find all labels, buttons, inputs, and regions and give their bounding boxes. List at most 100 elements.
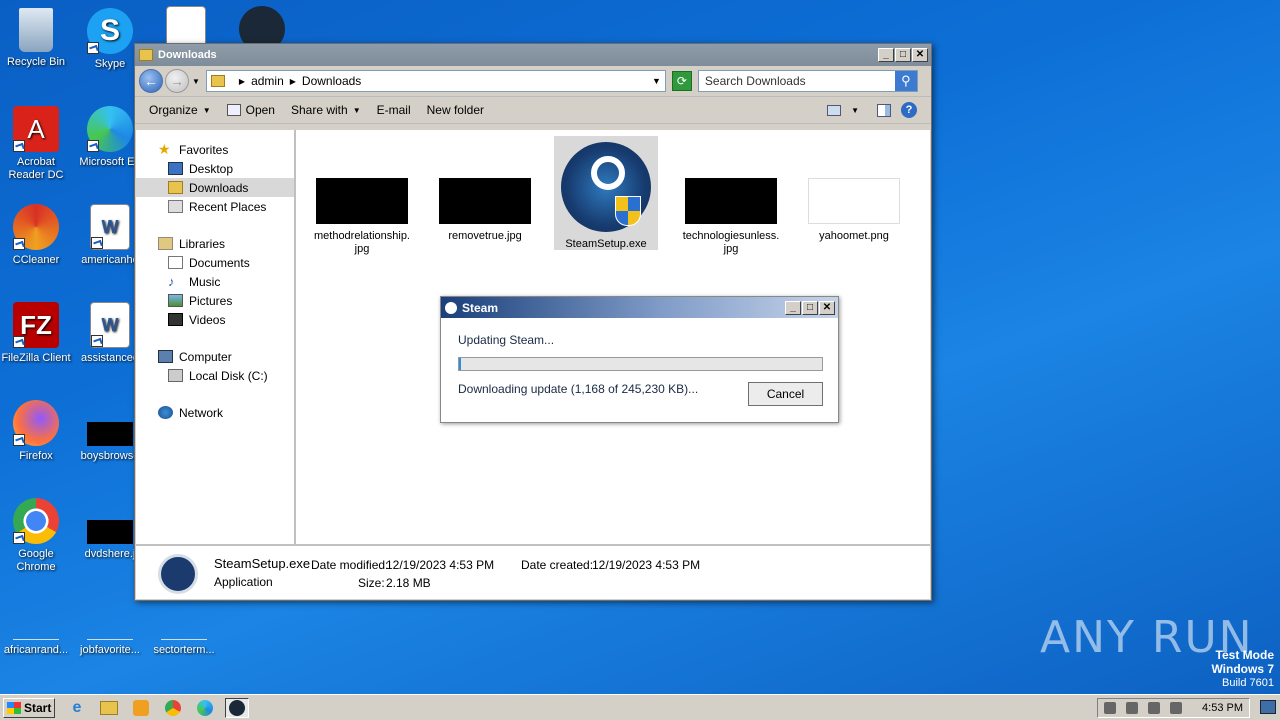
new-folder-label: New folder bbox=[426, 103, 484, 117]
nav-documents[interactable]: Documents bbox=[136, 253, 294, 272]
action-center-flag-icon[interactable] bbox=[1148, 701, 1161, 714]
cancel-button[interactable]: Cancel bbox=[748, 382, 823, 406]
nav-favorites[interactable]: ★ Favorites bbox=[136, 140, 294, 159]
nav-label: Local Disk (C:) bbox=[189, 368, 268, 383]
desktop-icon-recycle-bin[interactable]: Recycle Bin bbox=[0, 8, 72, 69]
new-folder-button[interactable]: New folder bbox=[427, 103, 484, 117]
chrome-icon bbox=[165, 699, 181, 716]
file-item-selected[interactable]: SteamSetup.exe bbox=[554, 136, 658, 250]
chevron-down-icon[interactable]: ▼ bbox=[652, 76, 661, 86]
breadcrumb-admin[interactable]: admin bbox=[251, 74, 284, 88]
search-input[interactable]: Search Downloads ⚲ bbox=[697, 70, 918, 92]
taskbar-ie[interactable]: e bbox=[65, 698, 89, 718]
preview-pane-icon[interactable] bbox=[877, 103, 891, 117]
image-thumbnail-icon bbox=[87, 596, 133, 640]
help-icon[interactable]: ? bbox=[901, 102, 917, 118]
back-button[interactable]: ← bbox=[139, 69, 163, 93]
history-dropdown-icon[interactable]: ▼ bbox=[192, 77, 200, 86]
libraries-icon bbox=[158, 237, 173, 250]
folder-icon bbox=[100, 700, 118, 715]
nav-label: Favorites bbox=[179, 142, 229, 157]
chevron-down-icon[interactable]: ▼ bbox=[851, 106, 859, 115]
close-button[interactable]: ✕ bbox=[912, 48, 928, 62]
nav-downloads[interactable]: Downloads bbox=[136, 178, 294, 197]
email-label: E-mail bbox=[376, 103, 411, 117]
breadcrumb-downloads[interactable]: Downloads bbox=[302, 74, 361, 88]
maximize-button[interactable]: □ bbox=[895, 48, 911, 62]
nav-local-disk[interactable]: Local Disk (C:) bbox=[136, 366, 294, 385]
display-icon[interactable] bbox=[1170, 701, 1183, 714]
desktop-icon-sectorterm[interactable]: sectorterm... bbox=[148, 596, 220, 657]
file-item[interactable]: removetrue.jpg bbox=[433, 178, 537, 243]
address-field[interactable]: ▶ admin ▶ Downloads ▼ bbox=[205, 70, 666, 92]
open-button[interactable]: Open bbox=[226, 103, 275, 117]
file-name: removetrue.jpg bbox=[448, 230, 522, 242]
share-with-button[interactable]: Share with ▼ bbox=[291, 103, 361, 117]
folder-icon bbox=[139, 49, 153, 61]
chevron-down-icon: ▼ bbox=[352, 105, 361, 115]
desktop-icon-jobfavorite[interactable]: jobfavorite... bbox=[74, 596, 146, 657]
image-thumbnail bbox=[808, 178, 900, 224]
show-desktop-icon[interactable] bbox=[1260, 700, 1276, 714]
start-button[interactable]: Start bbox=[3, 697, 55, 718]
steam-icon bbox=[229, 699, 245, 716]
desktop-icon-chrome[interactable]: Google Chrome bbox=[0, 498, 72, 574]
taskbar: Start e 4:53 PM bbox=[0, 694, 1280, 720]
network-icon[interactable] bbox=[1126, 701, 1139, 714]
dialog-titlebar[interactable]: Steam _ □ ✕ bbox=[441, 297, 838, 318]
open-label: Open bbox=[245, 103, 275, 117]
taskbar-explorer[interactable] bbox=[97, 698, 121, 718]
minimize-button[interactable]: _ bbox=[785, 300, 801, 315]
file-item[interactable]: methodrelationship. jpg bbox=[310, 178, 414, 256]
desktop-icon-africanrand[interactable]: africanrand... bbox=[0, 596, 72, 657]
windows-version-line: Windows 7 bbox=[1211, 662, 1274, 676]
taskbar-edge[interactable] bbox=[193, 698, 217, 718]
desktop-icon-ccleaner[interactable]: CCleaner bbox=[0, 204, 72, 267]
chevron-right-icon[interactable]: ▶ bbox=[290, 77, 296, 86]
desktop-icon-acrobat[interactable]: A Acrobat Reader DC bbox=[0, 106, 72, 182]
forward-button[interactable]: → bbox=[165, 69, 189, 93]
nav-videos[interactable]: Videos bbox=[136, 310, 294, 329]
pictures-icon bbox=[168, 294, 183, 307]
desktop-icon-label: africanrand... bbox=[3, 644, 69, 656]
nav-recent-places[interactable]: Recent Places bbox=[136, 197, 294, 216]
minimize-button[interactable]: _ bbox=[878, 48, 894, 62]
taskbar-media-player[interactable] bbox=[129, 698, 153, 718]
file-name: SteamSetup.exe bbox=[565, 238, 647, 250]
steam-update-dialog[interactable]: Steam _ □ ✕ Updating Steam... Downloadin… bbox=[440, 296, 839, 423]
explorer-titlebar[interactable]: Downloads _ □ ✕ bbox=[135, 44, 931, 66]
chrome-icon bbox=[13, 498, 59, 544]
search-icon[interactable]: ⚲ bbox=[894, 71, 917, 91]
detail-created-value: 12/19/2023 4:53 PM bbox=[592, 558, 701, 572]
nav-label: Downloads bbox=[189, 180, 249, 195]
taskbar-steam[interactable] bbox=[225, 697, 249, 718]
desktop-icon-filezilla[interactable]: FZ FileZilla Client bbox=[0, 302, 72, 365]
word-document-icon: W bbox=[90, 204, 130, 250]
file-item[interactable]: yahoomet.png bbox=[802, 178, 906, 243]
refresh-button[interactable]: ⟳ bbox=[671, 71, 692, 91]
downloads-folder-icon bbox=[168, 181, 183, 194]
speaker-icon[interactable] bbox=[1104, 701, 1117, 714]
detail-file-type: Application bbox=[214, 575, 273, 589]
close-button[interactable]: ✕ bbox=[819, 300, 835, 315]
maximize-button[interactable]: □ bbox=[802, 300, 818, 315]
open-icon bbox=[226, 104, 241, 116]
clock[interactable]: 4:53 PM bbox=[1202, 702, 1243, 714]
desktop-icon-firefox[interactable]: Firefox bbox=[0, 400, 72, 463]
view-options-icon[interactable] bbox=[827, 104, 842, 116]
detail-file-name: SteamSetup.exe bbox=[214, 556, 311, 571]
taskbar-chrome[interactable] bbox=[161, 698, 185, 718]
file-item[interactable]: technologiesunless. jpg bbox=[679, 178, 783, 256]
chevron-right-icon[interactable]: ▶ bbox=[239, 77, 245, 86]
nav-network[interactable]: Network bbox=[136, 403, 294, 422]
nav-label: Music bbox=[189, 274, 221, 289]
drive-icon bbox=[168, 369, 183, 382]
nav-desktop[interactable]: Desktop bbox=[136, 159, 294, 178]
nav-computer[interactable]: Computer bbox=[136, 347, 294, 366]
nav-pictures[interactable]: Pictures bbox=[136, 291, 294, 310]
update-message: Updating Steam... bbox=[458, 333, 555, 347]
nav-libraries[interactable]: Libraries bbox=[136, 234, 294, 253]
nav-music[interactable]: ♪ Music bbox=[136, 272, 294, 291]
email-button[interactable]: E-mail bbox=[377, 103, 411, 117]
organize-button[interactable]: Organize ▼ bbox=[149, 103, 211, 117]
